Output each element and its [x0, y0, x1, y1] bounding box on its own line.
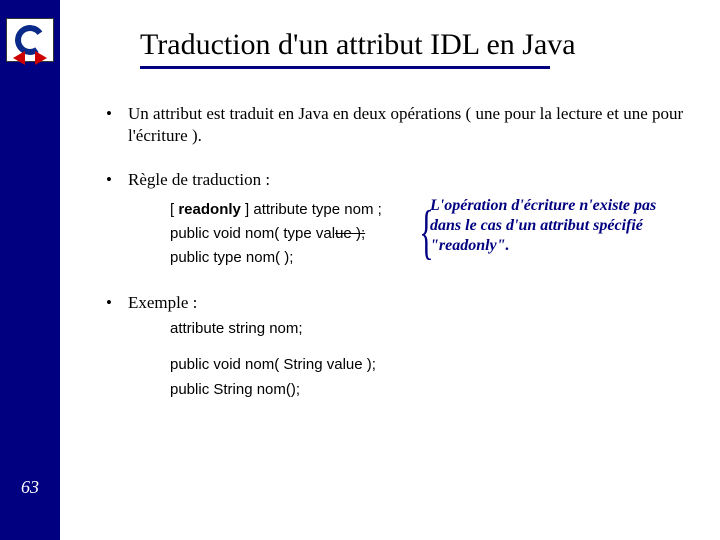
arrow-right-icon [35, 51, 47, 65]
bullet-example: Exemple : attribute string nom; public v… [100, 292, 692, 402]
rule-l2-strike: ue ); [335, 225, 365, 242]
sidebar: 63 [0, 0, 60, 540]
readonly-note: L'opération d'écriture n'existe pas dans… [430, 196, 690, 256]
rule-l1-keyword: readonly [178, 201, 241, 218]
bullet-rule: Règle de traduction : [ readonly ] attri… [100, 169, 692, 271]
rule-l1-rest: ] attribute type nom ; [241, 201, 382, 218]
slide-title: Traduction d'un attribut IDL en Java [140, 28, 692, 62]
page-number: 63 [0, 477, 60, 498]
bullet-example-label: Exemple : [128, 293, 197, 312]
rule-block: [ readonly ] attribute type nom ; public… [170, 198, 692, 270]
rule-l2-pre: public void nom( type val [170, 225, 335, 242]
example-line-2: public void nom( String value ); [170, 352, 692, 378]
title-underline [140, 66, 550, 69]
example-line-1: attribute string nom; [170, 316, 692, 342]
bullet-intro: Un attribut est traduit en Java en deux … [100, 103, 692, 147]
bullet-rule-label: Règle de traduction : [128, 170, 270, 189]
slide-content: Traduction d'un attribut IDL en Java Un … [60, 0, 720, 540]
logo [6, 18, 54, 62]
example-block: attribute string nom; public void nom( S… [170, 316, 692, 403]
arrow-left-icon [13, 51, 25, 65]
example-line-3: public String nom(); [170, 377, 692, 403]
